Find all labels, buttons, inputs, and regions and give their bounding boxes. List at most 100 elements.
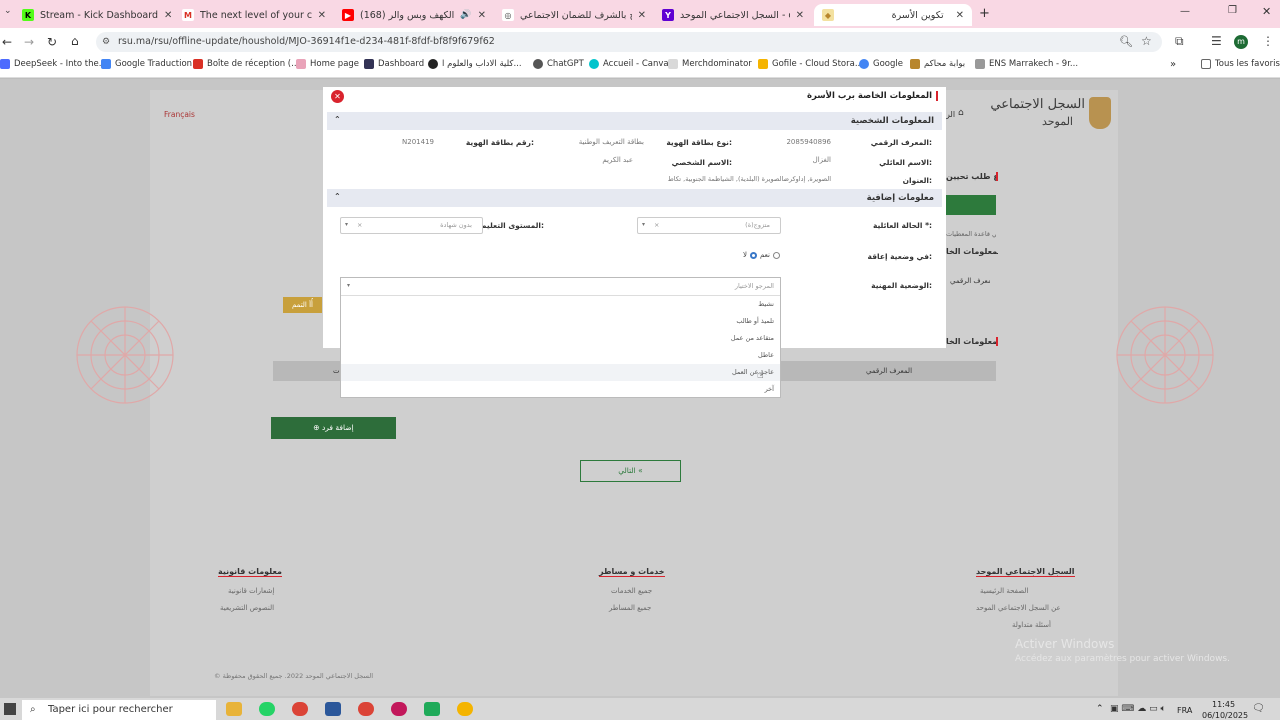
tab-search-icon[interactable]: ☰ (1211, 34, 1222, 48)
address-bar[interactable]: ⚙ rsu.ma/rsu/offline-update/houshold/MJO… (96, 32, 1162, 52)
footer-link[interactable]: إشعارات قانونية (228, 587, 274, 595)
ens-icon (975, 59, 985, 69)
taskbar-search[interactable]: ⌕ Taper ici pour rechercher (22, 700, 216, 720)
windows-start-icon[interactable] (4, 703, 16, 715)
minimize-icon[interactable]: — (1180, 6, 1190, 17)
tab-youtube[interactable]: ▶ (168) سورة الكهف وبس والر 🔊 ✕ (334, 4, 494, 26)
table-header-numeric-id: المعرف الرقمي (866, 367, 913, 375)
bookmark-deepseek[interactable]: DeepSeek - Into the... (0, 59, 107, 69)
footer-col1-title: السجل الاجتماعي الموحد (976, 567, 1075, 577)
bookmark-ens[interactable]: ENS Marrakech - 9r... (975, 59, 1078, 69)
tray-icons[interactable]: ▣ ⌨ ☁ ▭ 🔈︎ (1110, 704, 1166, 714)
bookmark-label: Boîte de réception (... (207, 59, 300, 69)
chrome-profile-icon[interactable] (358, 702, 374, 716)
chrome-profile-2-icon[interactable] (391, 702, 407, 716)
tab-cnss[interactable]: ◎ تصريح بالشرف للضمان الاجتماعي ✕ (494, 4, 654, 26)
chrome-profile-3-icon[interactable] (457, 702, 473, 716)
zoom-icon[interactable]: 🔍︎ (1119, 35, 1133, 48)
clock-date[interactable]: 06/10/2025 (1202, 711, 1248, 720)
tab-gmail[interactable]: M The next level of your creator jo ✕ (174, 4, 334, 26)
whatsapp-icon[interactable] (259, 702, 275, 716)
back-icon[interactable]: ← (2, 35, 12, 49)
bookmark-canva[interactable]: Accueil - Canva (589, 59, 669, 69)
marital-status-select[interactable]: متزوج(ة) × ▾ (637, 217, 781, 234)
bookmark-merch[interactable]: Merchdominator (668, 59, 752, 69)
footer-link[interactable]: جميع الخدمات (611, 587, 652, 595)
add-member-button[interactable]: ⊕ إضافة فرد (271, 417, 396, 439)
close-tab-icon[interactable]: ✕ (956, 10, 964, 21)
extensions-icon[interactable]: ⧉ (1175, 34, 1184, 49)
footer-link[interactable]: أسئلة متداولة (1012, 621, 1051, 629)
bookmark-gofile[interactable]: Gofile - Cloud Stora... (758, 59, 863, 69)
family-name-value: الغزال (812, 156, 831, 164)
disability-yes-radio[interactable]: نعم (760, 251, 780, 259)
bookmarks-overflow-icon[interactable]: » (1170, 59, 1176, 70)
bookmark-star-icon[interactable]: ☆ (1141, 34, 1152, 48)
additional-section-header[interactable]: ⌃ معلومات إضافية (327, 189, 942, 207)
bookmark-courts[interactable]: بوابة محاكم (910, 59, 965, 69)
close-tab-icon[interactable]: ✕ (638, 10, 646, 21)
bookmark-dashboard[interactable]: Dashboard (364, 59, 424, 69)
chrome-icon[interactable] (292, 702, 308, 716)
capcut-icon[interactable] (424, 702, 440, 716)
home-icon[interactable]: ⌂ (71, 34, 79, 48)
footer-link[interactable]: جميع المساطر (609, 604, 651, 612)
word-icon[interactable] (325, 702, 341, 716)
dropdown-option[interactable]: آخر (341, 381, 780, 398)
close-tab-icon[interactable]: ✕ (318, 10, 326, 21)
education-select[interactable]: بدون شهادة × ▾ (340, 217, 483, 234)
close-window-icon[interactable]: ✕ (1262, 5, 1271, 18)
language-indicator[interactable]: FRA (1177, 706, 1192, 715)
next-button[interactable]: التالي « (580, 460, 681, 482)
dropdown-option[interactable]: عاطل (341, 347, 780, 364)
language-link[interactable]: Français (164, 110, 195, 119)
tab-family[interactable]: ◆ تكوين الأسرة ✕ (814, 4, 972, 26)
close-modal-icon[interactable]: ✕ (331, 90, 344, 103)
close-tab-icon[interactable]: ✕ (796, 10, 804, 21)
dropdown-option[interactable]: تلميذ أو طالب (341, 313, 780, 330)
bookmark-gmail[interactable]: Boîte de réception (... (193, 59, 299, 69)
bookmark-faculty[interactable]: كلية الاداب والعلوم ا... (428, 59, 522, 69)
forward-icon[interactable]: → (24, 35, 34, 49)
menu-icon[interactable]: ⋮ (1262, 34, 1274, 48)
footer-link[interactable]: الصفحة الرئيسية (980, 587, 1028, 595)
home-nav-label[interactable]: الر (946, 110, 955, 119)
bookmark-chatgpt[interactable]: ChatGPT (533, 59, 584, 69)
bookmark-home[interactable]: Home page (296, 59, 359, 69)
double-chevron-icon: « (638, 466, 643, 475)
speaker-icon[interactable]: 🔊 (460, 10, 471, 20)
tray-chevron-icon[interactable]: ⌃ (1096, 704, 1104, 714)
bookmark-label: ChatGPT (547, 59, 584, 69)
dropdown-search-box[interactable]: المرجو الاختيار ▾ (341, 278, 780, 296)
footer-link[interactable]: النصوص التشريعية (220, 604, 274, 612)
bookmark-label: Google Traduction (115, 59, 193, 69)
tab-rsu[interactable]: Y السجل الاجتماعي الموحد - orche ✕ (654, 4, 812, 26)
close-tab-icon[interactable]: ✕ (164, 10, 172, 21)
all-bookmarks[interactable]: Tous les favoris (1201, 59, 1280, 69)
clock-time[interactable]: 11:45 (1212, 700, 1235, 709)
bookmark-translate[interactable]: Google Traduction (101, 59, 192, 69)
restore-icon[interactable]: ❐ (1228, 5, 1237, 16)
close-tab-icon[interactable]: ✕ (478, 10, 486, 21)
clear-icon[interactable]: × (654, 221, 659, 229)
dropdown-option-hovered[interactable]: عاجز عن العمل (341, 364, 780, 381)
site-info-icon[interactable]: ⚙ (102, 32, 110, 52)
reload-icon[interactable]: ↻ (47, 35, 57, 49)
dropdown-option[interactable]: نشيط (341, 296, 780, 313)
home-nav-icon[interactable]: ⌂ (958, 108, 964, 118)
bookmark-google[interactable]: Google (859, 59, 903, 69)
yellow-action-button[interactable]: أُأ التمم (283, 297, 322, 313)
dropdown-option[interactable]: متقاعد من عمل (341, 330, 780, 347)
personal-section-header[interactable]: ⌃ المعلومات الشخصية (327, 112, 942, 130)
site-logo[interactable]: السجل الاجتماعي الموحد (985, 97, 1115, 135)
profile-avatar[interactable]: m (1234, 35, 1248, 49)
professional-status-dropdown[interactable]: المرجو الاختيار ▾ نشيط تلميذ أو طالب متق… (340, 277, 781, 398)
new-tab-button[interactable]: + (979, 6, 990, 21)
notifications-icon[interactable]: 🗨︎ (1252, 703, 1265, 714)
tab-kick[interactable]: K Stream - Kick Dashboard ✕ (14, 4, 172, 26)
clear-icon[interactable]: × (357, 221, 362, 229)
file-explorer-icon[interactable] (226, 702, 242, 716)
disability-no-radio[interactable]: لا (743, 251, 757, 259)
footer-link[interactable]: عن السجل الاجتماعي الموحد (976, 604, 1061, 612)
chevron-up-icon: ⌃ (334, 115, 341, 124)
